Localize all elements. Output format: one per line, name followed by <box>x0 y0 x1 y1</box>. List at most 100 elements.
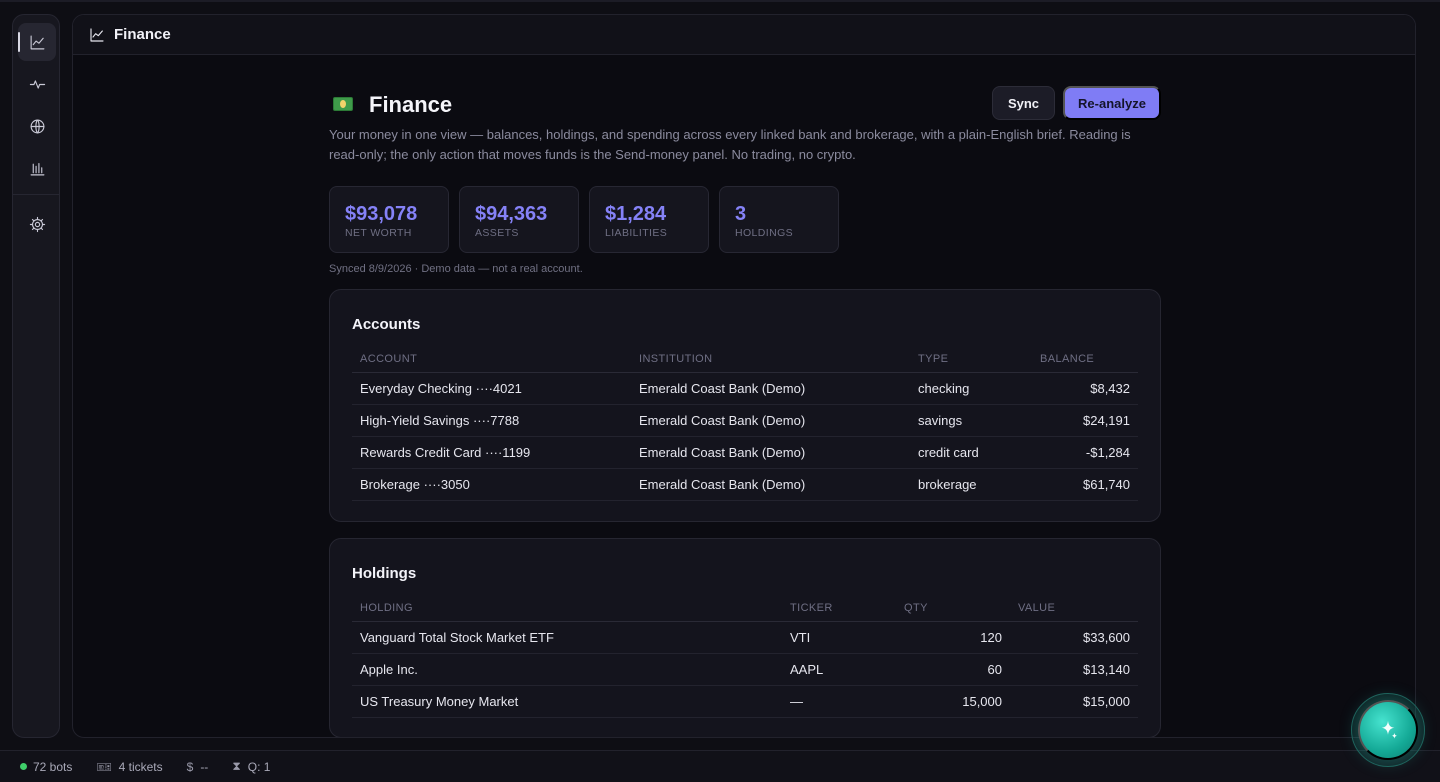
stat-assets: $94,363 ASSETS <box>459 186 579 253</box>
holdings-table: HOLDING TICKER QTY VALUE Vanguard Total … <box>352 595 1138 718</box>
account-type: credit card <box>910 436 1032 469</box>
money-icon <box>333 97 353 111</box>
sidebar-item-finance[interactable] <box>18 23 56 61</box>
account-name: Everyday Checking ····4021 <box>352 372 631 405</box>
stat-holdings: 3 HOLDINGS <box>719 186 839 253</box>
window-top-edge <box>0 0 1440 2</box>
column-header: INSTITUTION <box>631 346 910 373</box>
sidebar <box>12 14 60 738</box>
account-type: savings <box>910 404 1032 437</box>
chart-line-icon <box>30 35 44 49</box>
sparkle-icon <box>1381 720 1398 739</box>
accounts-title: Accounts <box>352 316 421 333</box>
holding-value: $33,600 <box>1010 621 1138 654</box>
column-header: BALANCE <box>1032 346 1138 373</box>
assistant-button[interactable] <box>1358 700 1418 760</box>
holdings-card: Holdings HOLDING TICKER QTY VALUE Vangua… <box>329 538 1161 737</box>
account-institution: Emerald Coast Bank (Demo) <box>631 468 910 501</box>
hourglass-icon: ⧗ <box>232 759 241 773</box>
table-row[interactable]: Apple Inc. AAPL 60 $13,140 <box>352 653 1138 686</box>
sidebar-divider <box>13 194 59 195</box>
stat-net-worth: $93,078 NET WORTH <box>329 186 449 253</box>
table-row[interactable]: Rewards Credit Card ····1199 Emerald Coa… <box>352 436 1138 469</box>
column-header: QTY <box>896 595 1010 622</box>
holding-name: Apple Inc. <box>352 653 782 686</box>
account-type: checking <box>910 372 1032 405</box>
table-header-row: ACCOUNT INSTITUTION TYPE BALANCE <box>352 346 1138 373</box>
accounts-table: ACCOUNT INSTITUTION TYPE BALANCE Everyda… <box>352 346 1138 501</box>
account-name: High-Yield Savings ····7788 <box>352 404 631 437</box>
holding-name: US Treasury Money Market <box>352 685 782 718</box>
table-header-row: HOLDING TICKER QTY VALUE <box>352 595 1138 622</box>
holding-ticker: VTI <box>782 621 896 654</box>
account-name: Brokerage ····3050 <box>352 468 631 501</box>
table-row[interactable]: Vanguard Total Stock Market ETF VTI 120 … <box>352 621 1138 654</box>
panel-title: Finance <box>114 26 171 43</box>
finance-content: Finance Sync Re-analyze Your money in on… <box>329 85 1161 737</box>
holdings-title: Holdings <box>352 565 417 582</box>
bots-count: 72 bots <box>33 759 73 774</box>
table-row[interactable]: Everyday Checking ····4021 Emerald Coast… <box>352 372 1138 405</box>
account-institution: Emerald Coast Bank (Demo) <box>631 404 910 437</box>
sidebar-item-web[interactable] <box>18 107 56 145</box>
holding-qty: 120 <box>896 621 1010 654</box>
status-queue[interactable]: ⧗ Q: 1 <box>232 759 270 774</box>
gear-icon <box>29 216 45 232</box>
account-balance: $61,740 <box>1032 468 1138 501</box>
status-bar: 72 bots 🎫︎ 4 tickets $ -- ⧗ Q: 1 <box>0 750 1440 782</box>
holding-ticker: AAPL <box>782 653 896 686</box>
status-cost[interactable]: $ -- <box>187 760 209 774</box>
table-row[interactable]: High-Yield Savings ····7788 Emerald Coas… <box>352 404 1138 437</box>
column-header: TICKER <box>782 595 896 622</box>
stat-value: $94,363 <box>475 203 548 225</box>
column-header: ACCOUNT <box>352 346 631 373</box>
chart-line-icon <box>90 27 104 42</box>
bar-chart-icon <box>30 162 44 175</box>
panel-header: Finance <box>73 15 1415 55</box>
sidebar-item-activity[interactable] <box>18 65 56 103</box>
queue-value: Q: 1 <box>247 759 271 774</box>
column-header: VALUE <box>1010 595 1138 622</box>
stat-label: ASSETS <box>475 227 519 239</box>
page-header: Finance Sync Re-analyze <box>329 85 1161 125</box>
status-bots[interactable]: 72 bots <box>20 760 72 774</box>
sidebar-item-analytics[interactable] <box>18 149 56 187</box>
account-type: brokerage <box>910 468 1032 501</box>
synced-note: Synced 8/9/2026 · Demo data — not a real… <box>329 263 583 275</box>
cost-value: -- <box>200 759 209 774</box>
page-title: Finance <box>369 92 453 117</box>
sync-button[interactable]: Sync <box>992 86 1055 120</box>
status-tickets[interactable]: 🎫︎ 4 tickets <box>96 760 162 774</box>
ticket-icon: 🎫︎ <box>96 759 112 774</box>
account-balance: -$1,284 <box>1032 436 1138 469</box>
account-institution: Emerald Coast Bank (Demo) <box>631 372 910 405</box>
account-balance: $24,191 <box>1032 404 1138 437</box>
holding-value: $13,140 <box>1010 653 1138 686</box>
reanalyze-button[interactable]: Re-analyze <box>1063 86 1161 120</box>
holding-qty: 15,000 <box>896 685 1010 718</box>
sidebar-item-settings[interactable] <box>18 205 56 243</box>
account-balance: $8,432 <box>1032 372 1138 405</box>
stat-value: $1,284 <box>605 203 667 225</box>
stat-liabilities: $1,284 LIABILITIES <box>589 186 709 253</box>
online-status-icon <box>20 763 27 770</box>
main-panel: Finance Finance Sync Re-analyze Your mon… <box>72 14 1416 738</box>
holding-qty: 60 <box>896 653 1010 686</box>
globe-icon <box>30 119 44 133</box>
account-institution: Emerald Coast Bank (Demo) <box>631 436 910 469</box>
holding-ticker: — <box>782 685 896 718</box>
pulse-icon <box>29 79 45 89</box>
stat-value: 3 <box>735 203 747 225</box>
table-row[interactable]: US Treasury Money Market — 15,000 $15,00… <box>352 685 1138 718</box>
stats-row: $93,078 NET WORTH $94,363 ASSETS $1,284 … <box>329 186 1161 253</box>
dollar-icon: $ <box>186 759 194 774</box>
tickets-count: 4 tickets <box>118 759 163 774</box>
table-row[interactable]: Brokerage ····3050 Emerald Coast Bank (D… <box>352 468 1138 501</box>
stat-value: $93,078 <box>345 203 418 225</box>
account-name: Rewards Credit Card ····1199 <box>352 436 631 469</box>
holding-value: $15,000 <box>1010 685 1138 718</box>
stat-label: LIABILITIES <box>605 227 668 239</box>
column-header: HOLDING <box>352 595 782 622</box>
accounts-card: Accounts ACCOUNT INSTITUTION TYPE BALANC… <box>329 289 1161 522</box>
page-subtitle: Your money in one view — balances, holdi… <box>329 127 1131 162</box>
